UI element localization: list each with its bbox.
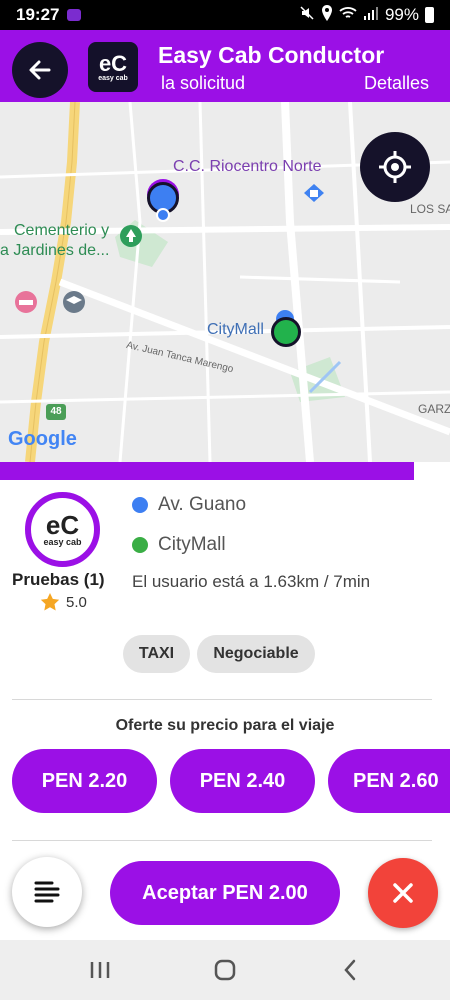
app-title: Easy Cab Conductor xyxy=(158,42,385,68)
signal-icon xyxy=(363,5,379,25)
recent-apps-icon xyxy=(90,962,110,978)
dropoff-dot-icon xyxy=(132,537,148,553)
offer-label: Oferte su precio para el viaje xyxy=(115,717,335,734)
wifi-icon xyxy=(339,5,357,25)
mute-icon xyxy=(299,5,315,26)
logo-text: easy cab xyxy=(98,74,128,82)
menu-lines-icon xyxy=(34,881,60,903)
notification-app-icon xyxy=(67,9,82,21)
dropoff-address: CityMall xyxy=(132,534,226,556)
map-label-garzo: GARZO xyxy=(418,402,450,416)
system-nav-bar xyxy=(0,940,450,1000)
battery-percent: 99% xyxy=(384,5,419,24)
accept-offer-button[interactable]: Aceptar PEN 2.00 xyxy=(110,861,340,925)
nav-back-button[interactable] xyxy=(330,952,370,988)
passenger-name: Pruebas (1) xyxy=(12,570,105,589)
map-label-cemetery: Cementerio y xyxy=(14,222,110,239)
status-bar: 19:27 99% xyxy=(0,0,450,30)
back-button[interactable] xyxy=(12,42,68,98)
status-icons: 99% xyxy=(299,4,434,26)
recent-apps-button[interactable] xyxy=(80,952,120,988)
shopping-bag-icon xyxy=(303,182,325,209)
menu-button[interactable] xyxy=(12,857,82,927)
tree-icon xyxy=(119,224,143,253)
arrow-left-icon xyxy=(29,60,51,80)
highway-shield: 48 xyxy=(46,404,66,420)
map-label-mall: C.C. Riocentro Norte xyxy=(173,158,322,175)
cancel-button[interactable] xyxy=(368,858,438,928)
avatar-text: easy cab xyxy=(43,536,82,547)
location-icon xyxy=(321,4,333,26)
map-label-citymall: CityMall xyxy=(207,321,264,338)
request-timer-fill xyxy=(0,462,414,480)
passenger-avatar: eC easy cab xyxy=(25,492,100,567)
chip-negotiable: Negociable xyxy=(197,635,315,673)
star-icon xyxy=(40,593,60,611)
google-attribution: Google xyxy=(8,428,77,450)
dropoff-marker[interactable] xyxy=(271,317,301,347)
hotel-icon xyxy=(14,290,38,319)
pickup-address-text: Av. Guano xyxy=(158,494,247,515)
map-view[interactable]: C.C. Riocentro Norte LOS SAU Cementerio … xyxy=(0,102,450,462)
chevron-left-icon xyxy=(344,959,356,981)
home-button[interactable] xyxy=(205,952,245,988)
my-location-button[interactable] xyxy=(360,132,430,202)
passenger-rating: 5.0 xyxy=(40,592,87,612)
status-time: 19:27 xyxy=(16,5,60,24)
request-timer-bar xyxy=(0,462,450,480)
avatar-mark: eC xyxy=(45,509,80,540)
pickup-dot-icon xyxy=(132,497,148,513)
school-icon xyxy=(62,290,86,319)
divider xyxy=(12,699,432,700)
price-option-button[interactable]: PEN 2.40 xyxy=(170,749,315,813)
details-link[interactable]: Detalles xyxy=(364,73,429,94)
app-logo: eC easy cab xyxy=(88,42,138,92)
divider xyxy=(12,840,432,841)
close-icon xyxy=(393,883,413,903)
page-subtitle: la solicitud xyxy=(161,73,246,93)
map-label-los-sau: LOS SAU xyxy=(410,202,450,216)
rating-value: 5.0 xyxy=(66,593,87,611)
price-option-button[interactable]: PEN 2.60 xyxy=(328,749,450,813)
battery-icon xyxy=(425,7,434,23)
crosshair-icon xyxy=(379,151,411,183)
chip-service-type: TAXI xyxy=(123,635,190,673)
pickup-address: Av. Guano xyxy=(132,494,246,516)
distance-info: El usuario está a 1.63km / 7min xyxy=(132,572,371,591)
dropoff-address-text: CityMall xyxy=(158,534,226,555)
app-bar: eC easy cab Easy Cab Conductor la solici… xyxy=(0,30,450,102)
home-icon xyxy=(214,959,236,981)
driver-location-dot xyxy=(156,208,170,222)
map-label-cemetery-2: a Jardines de... xyxy=(0,242,110,259)
price-option-button[interactable]: PEN 2.20 xyxy=(12,749,157,813)
logo-mark: eC xyxy=(98,50,128,76)
